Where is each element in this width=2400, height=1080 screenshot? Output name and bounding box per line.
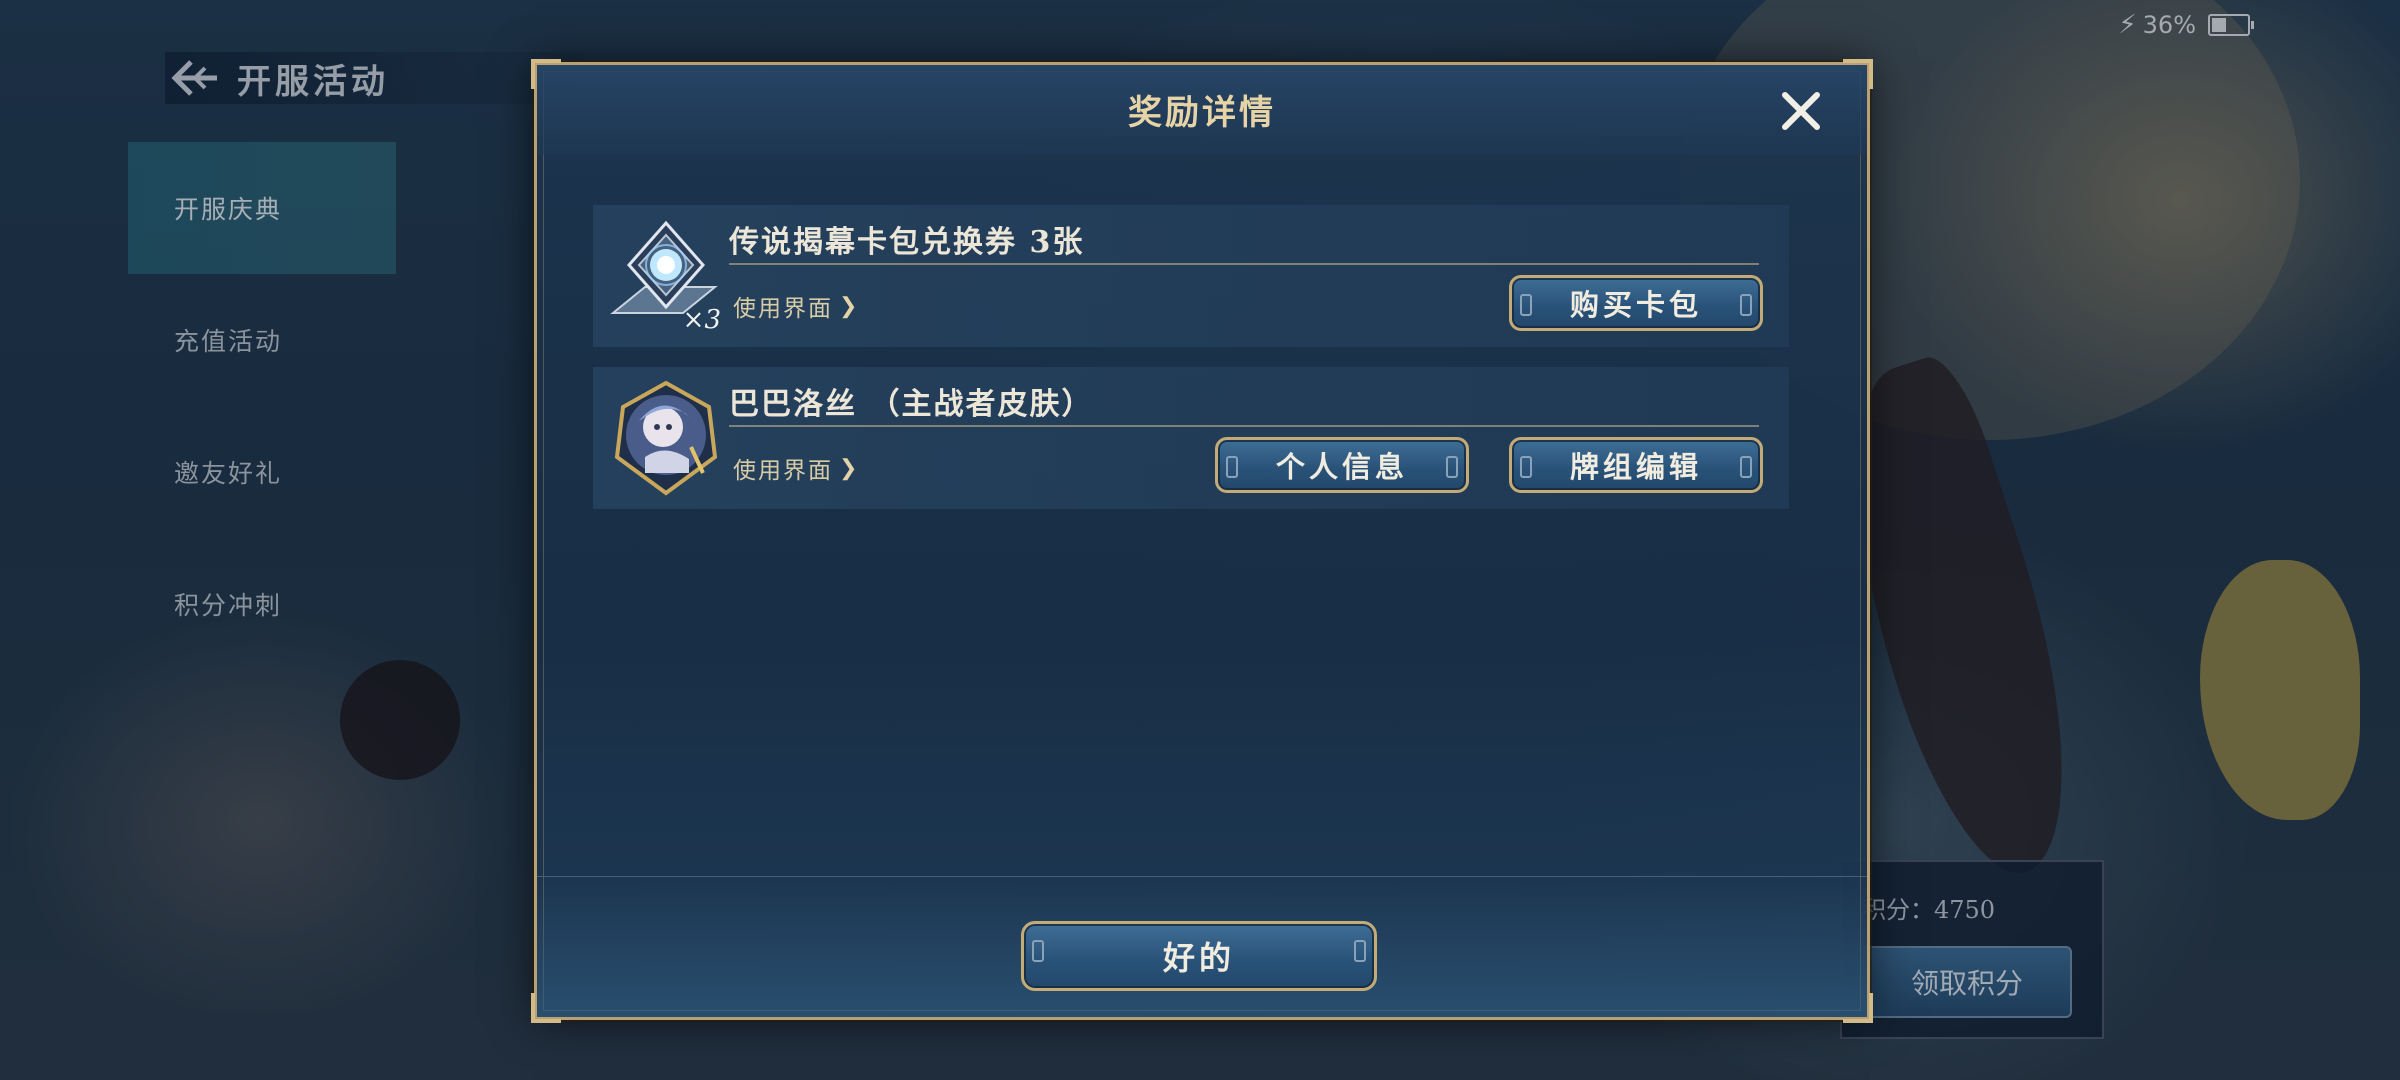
card-pack-voucher-icon: ×3 (605, 215, 727, 337)
use-interface-link[interactable]: 使用界面 ❯ (733, 289, 859, 323)
divider (729, 263, 1759, 265)
buy-card-pack-button[interactable]: 购买卡包 (1509, 275, 1763, 331)
reward-name: 传说揭幕卡包兑换券 3张 (729, 225, 1085, 260)
modal-title: 奖励详情 (1128, 93, 1276, 133)
chevron-right-icon: ❯ (839, 455, 860, 481)
reward-name: 巴巴洛丝 （主战者皮肤） (729, 387, 1094, 422)
use-interface-label: 使用界面 (733, 458, 833, 484)
ok-button[interactable]: 好的 (1021, 921, 1377, 991)
use-interface-label: 使用界面 (733, 296, 833, 322)
use-interface-link[interactable]: 使用界面 ❯ (733, 451, 859, 485)
close-icon (1782, 92, 1820, 130)
leader-skin-avatar-icon (605, 377, 727, 499)
divider (729, 425, 1759, 427)
chevron-right-icon: ❯ (839, 293, 860, 319)
reward-row-card-pack-voucher: ×3 传说揭幕卡包兑换券 3张 使用界面 ❯ 购买卡包 (593, 205, 1789, 347)
close-button[interactable] (1777, 87, 1825, 135)
quantity-badge: ×3 (682, 305, 721, 335)
reward-details-modal: 奖励详情 ×3 传说揭幕卡包兑换券 3张 使用界面 ❯ 购买卡包 巴巴洛丝 （主… (531, 59, 1873, 1023)
deck-edit-button[interactable]: 牌组编辑 (1509, 437, 1763, 493)
reward-row-leader-skin: 巴巴洛丝 （主战者皮肤） 使用界面 ❯ 个人信息 牌组编辑 (593, 367, 1789, 509)
profile-info-button[interactable]: 个人信息 (1215, 437, 1469, 493)
